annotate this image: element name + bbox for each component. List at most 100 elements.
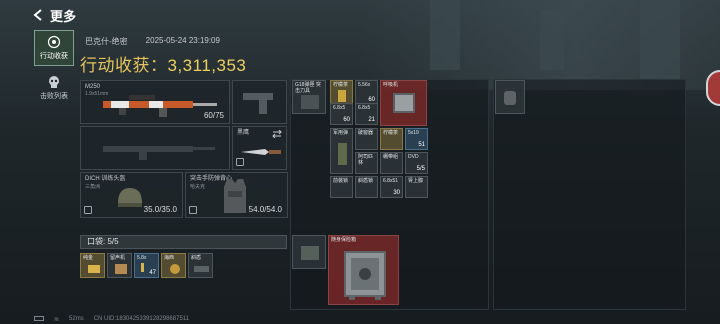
pocket-item[interactable]: 5.8x 47: [134, 253, 159, 278]
armor-brand: 哈夫克: [190, 184, 206, 190]
rifle-icon: [103, 95, 217, 117]
armor-slot[interactable]: 突击手防弹背心 哈夫克 54.0/54.0: [185, 172, 288, 218]
item-label: 6.8x5: [333, 105, 346, 111]
item-label: 柠檬茶: [333, 82, 349, 88]
item-count: 21: [368, 117, 375, 123]
rifle-silhouette-icon: [103, 146, 215, 160]
item-count: 5/5: [416, 166, 425, 172]
small-bag-slot[interactable]: [292, 235, 326, 269]
melee-name: 黑鹰: [237, 130, 250, 136]
weapon-ammo: 60/75: [203, 111, 224, 120]
item-label: 留声机: [110, 255, 126, 261]
item-label: 6.8x5: [358, 105, 371, 111]
pocket-item[interactable]: 纯金: [80, 253, 105, 278]
ground-item[interactable]: [495, 80, 525, 114]
match-timestamp: 2025-05-24 23:19:09: [145, 36, 220, 45]
item-label: 随身保险箱: [331, 237, 357, 243]
item-label: 破窗器: [358, 130, 374, 136]
pocket-item[interactable]: 海西: [161, 253, 186, 278]
knife-icon: [241, 149, 281, 155]
item-count: 30: [393, 190, 400, 196]
item-label: 纯金: [83, 255, 94, 261]
gold-bar-icon: [88, 265, 100, 273]
coin-icon: [170, 264, 180, 274]
lock-icon: [84, 206, 92, 214]
item-label: 海西: [164, 255, 175, 261]
target-icon: [47, 35, 61, 49]
pouch-icon: [301, 246, 319, 260]
item-label: 军用弹: [333, 130, 349, 136]
harvest-value: 3,311,353: [167, 56, 247, 75]
tab-label: 击败列表: [40, 93, 68, 100]
weapon-slot-2[interactable]: [80, 126, 230, 170]
harvest-total: 行动收获：3,311,353: [80, 51, 246, 76]
grid-item[interactable]: 肾上腺: [405, 176, 428, 198]
grid-item[interactable]: 斜盾锁: [355, 176, 378, 198]
tab-harvest[interactable]: 行动收获: [34, 30, 74, 66]
grid-item[interactable]: 破窗器: [355, 128, 378, 150]
armor-durability: 54.0/54.0: [248, 205, 282, 214]
item-label: 柠檬茶: [383, 130, 399, 136]
grid-item[interactable]: 柠檬茶: [380, 128, 403, 150]
item-label: 阿司匹林: [358, 154, 374, 166]
helmet-brand: 三角洲: [85, 184, 101, 190]
grid-item[interactable]: 军用弹: [330, 128, 353, 174]
item-count: 60: [343, 117, 350, 123]
map-name: 巴克什-绝密: [85, 37, 128, 46]
top-bar: 更多: [30, 4, 76, 26]
pocket-item[interactable]: 留声机: [107, 253, 132, 278]
bottle-icon: [338, 143, 347, 165]
item-label: G18弹匣 突击刀具: [295, 82, 321, 94]
grid-item[interactable]: DVD 5/5: [405, 152, 428, 174]
pocket-header: 口袋: 5/5: [80, 235, 287, 249]
armor-vest-icon: [224, 179, 246, 213]
respirator-icon: [393, 93, 415, 113]
grid-item[interactable]: 6.8x51 30: [380, 176, 403, 198]
gramophone-icon: [115, 264, 127, 274]
sidebar: 行动收获 击败列表: [34, 30, 74, 110]
grid-item[interactable]: 6.8x5 60: [330, 103, 353, 125]
grid-item[interactable]: 呼吸机: [380, 80, 427, 126]
primary-weapon-slot[interactable]: M250 1.9x51mm 60/75: [80, 80, 230, 124]
tab-kills[interactable]: 击败列表: [34, 70, 74, 106]
battery-icon: [34, 316, 44, 321]
grid-item[interactable]: 柠檬茶: [330, 80, 353, 105]
item-label: 呼吸机: [383, 82, 399, 88]
item-label: 前装锁: [333, 178, 349, 184]
item-label: 5.56x: [358, 82, 371, 88]
secondary-weapon-slot[interactable]: [232, 80, 287, 124]
magazine-icon: [301, 95, 319, 109]
pocket-item[interactable]: 斜盾: [188, 253, 213, 278]
skull-icon: [49, 76, 59, 88]
grenade-icon: [504, 91, 516, 105]
helmet-durability: 35.0/35.0: [143, 205, 177, 214]
grid-item[interactable]: 阿司匹林: [355, 152, 378, 174]
grid-item[interactable]: 5.56x 60: [355, 80, 378, 105]
pistol-icon: [243, 93, 273, 114]
harvest-label: 行动收获：: [80, 56, 168, 75]
grid-item[interactable]: G18弹匣 突击刀具: [292, 80, 326, 114]
item-label: DVD: [408, 154, 419, 160]
ping-value: 52ms: [69, 316, 84, 322]
melee-slot[interactable]: 黑鹰: [232, 126, 287, 170]
helmet-slot[interactable]: DICH 训练头盔 三角洲 35.0/35.0: [80, 172, 183, 218]
tool-icon: [194, 266, 209, 272]
match-info: 巴克什-绝密 2025-05-24 23:19:09: [85, 36, 220, 47]
grid-item[interactable]: 绷带组: [380, 152, 403, 174]
user-id: CN UID:1830425339128298687511: [93, 316, 190, 322]
grid-item[interactable]: 5x19 51: [405, 128, 428, 150]
wifi-icon: ≋: [54, 317, 60, 323]
swap-icon[interactable]: [272, 130, 282, 138]
tab-label: 行动收获: [40, 53, 68, 60]
safe-box-slot[interactable]: 随身保险箱: [328, 235, 399, 305]
page-title: 更多: [50, 8, 77, 24]
avatar[interactable]: [706, 70, 720, 106]
lock-icon: [189, 206, 197, 214]
back-arrow-icon[interactable]: [30, 7, 46, 23]
helmet-icon: [118, 188, 142, 207]
ammo-icon: [141, 263, 144, 272]
grid-item[interactable]: 6.8x5 21: [355, 103, 378, 125]
grid-item[interactable]: 前装锁: [330, 176, 353, 198]
safe-container-icon: [344, 251, 386, 300]
item-label: 6.8x51: [383, 178, 399, 184]
